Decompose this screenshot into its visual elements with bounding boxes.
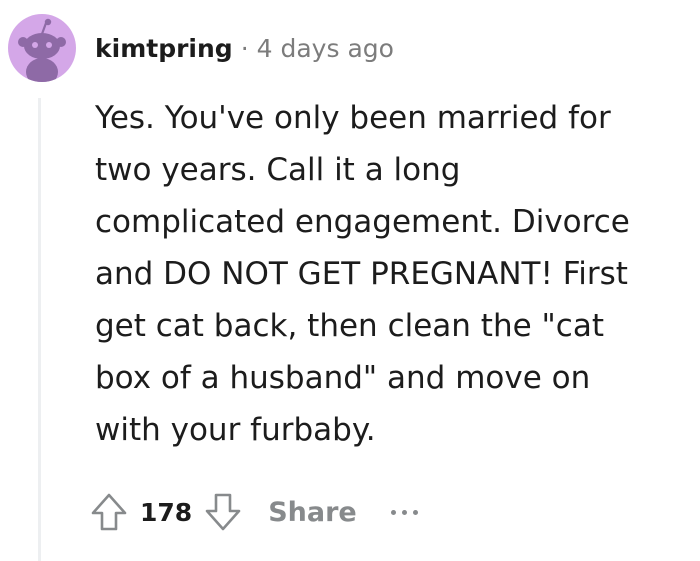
comment-body-line: complicated engagement. Divorce bbox=[95, 204, 630, 240]
comment-body-line: get cat back, then clean the "cat bbox=[95, 308, 604, 344]
meta-separator: · bbox=[240, 33, 249, 63]
comment-body-line: two years. Call it a long bbox=[95, 152, 461, 188]
comment-body-line: with your furbaby. bbox=[95, 412, 376, 448]
comment-actions: 178 Share bbox=[88, 488, 424, 536]
comment-body-line: box of a husband" and move on bbox=[95, 360, 591, 396]
share-button[interactable]: Share bbox=[268, 497, 357, 528]
timestamp[interactable]: 4 days ago bbox=[257, 34, 394, 63]
vote-score: 178 bbox=[140, 497, 193, 527]
more-options-icon bbox=[390, 509, 396, 515]
downvote-button[interactable] bbox=[202, 489, 244, 535]
thread-line[interactable] bbox=[38, 98, 41, 561]
more-options-button[interactable] bbox=[390, 502, 424, 522]
downvote-arrow-icon bbox=[205, 493, 241, 531]
snoo-avatar-icon bbox=[18, 18, 66, 82]
upvote-arrow-icon bbox=[91, 493, 127, 531]
user-avatar[interactable] bbox=[8, 14, 76, 82]
comment-body-line: and DO NOT GET PREGNANT! First bbox=[95, 256, 628, 292]
comment-meta: kimtpring · 4 days ago bbox=[95, 28, 394, 68]
upvote-button[interactable] bbox=[88, 489, 130, 535]
comment: kimtpring · 4 days ago Yes. You've only … bbox=[0, 0, 700, 561]
comment-body-line: Yes. You've only been married for bbox=[95, 100, 611, 136]
comment-body: Yes. You've only been married for two ye… bbox=[95, 92, 685, 456]
username-link[interactable]: kimtpring bbox=[95, 34, 233, 63]
